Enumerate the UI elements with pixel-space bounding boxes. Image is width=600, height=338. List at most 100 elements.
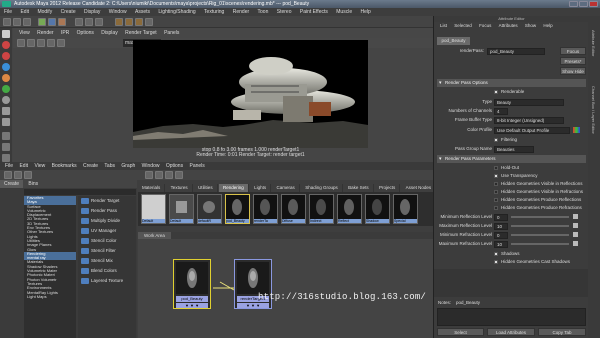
rv-menu-view[interactable]: View xyxy=(19,30,30,36)
rv-menu-render[interactable]: Render xyxy=(37,30,53,36)
lasso-tool-icon[interactable] xyxy=(2,41,10,49)
hs-menu-file[interactable]: File xyxy=(5,163,13,169)
hidden-produce-reflections-checkbox[interactable] xyxy=(494,198,498,202)
thumbnail-selected[interactable]: pod_Beauty xyxy=(225,194,250,224)
map-button-icon[interactable] xyxy=(573,223,578,228)
map-button-icon[interactable] xyxy=(573,232,578,237)
pass-group-field[interactable]: Beauties xyxy=(494,145,534,153)
tab-utilities[interactable]: Utilities xyxy=(194,184,218,192)
ae-menu-help[interactable]: Help xyxy=(543,23,552,28)
hidden-vis-reflections-checkbox[interactable] xyxy=(494,182,498,186)
color-profile-dropdown[interactable]: Use Default Output Profile xyxy=(494,126,570,134)
layout-single-icon[interactable] xyxy=(2,132,10,140)
scale-tool-icon[interactable] xyxy=(2,85,10,93)
menu-assets[interactable]: Assets xyxy=(135,9,150,15)
render-pass-options-section[interactable]: Render Pass Options xyxy=(437,79,586,87)
numeric-slider[interactable] xyxy=(511,216,569,218)
select-button[interactable]: Select xyxy=(437,328,484,336)
node-type-item[interactable]: Layered Texture xyxy=(78,276,136,286)
hs-menu-graph[interactable]: Graph xyxy=(121,163,135,169)
menu-window[interactable]: Window xyxy=(109,9,127,15)
select-hierarchy-icon[interactable] xyxy=(38,18,46,26)
numeric-field[interactable]: 10 xyxy=(494,222,508,230)
hs-menu-options[interactable]: Options xyxy=(166,163,183,169)
ae-menu-attributes[interactable]: Attributes xyxy=(499,23,518,28)
render-pass-parameters-section[interactable]: Render Pass Parameters xyxy=(437,155,586,163)
work-area[interactable]: Work Area pod_Beauty ▼ ▼ ▼ renderTarget1… xyxy=(138,232,433,338)
presets-button[interactable]: Presets* xyxy=(560,57,586,65)
graph-input-icon[interactable] xyxy=(145,171,153,179)
thumbnail[interactable]: Indirect xyxy=(309,194,334,224)
snap-point-icon[interactable] xyxy=(95,18,103,26)
focus-button[interactable]: Focus xyxy=(560,47,586,55)
hs-menu-panels[interactable]: Panels xyxy=(189,163,204,169)
minimize-button[interactable] xyxy=(569,1,578,7)
rv-menu-panels[interactable]: Panels xyxy=(164,30,179,36)
open-scene-icon[interactable] xyxy=(13,18,21,26)
hs-menu-create[interactable]: Create xyxy=(83,163,98,169)
menu-stereo[interactable]: Stereo xyxy=(277,9,292,15)
paint-select-icon[interactable] xyxy=(2,52,10,60)
numeric-slider[interactable] xyxy=(511,225,569,227)
snap-curve-icon[interactable] xyxy=(85,18,93,26)
close-button[interactable] xyxy=(589,1,598,7)
tab-asset-nodes[interactable]: Asset Nodes xyxy=(402,184,433,192)
select-component-icon[interactable] xyxy=(58,18,66,26)
menu-render[interactable]: Render xyxy=(233,9,249,15)
tab-projects[interactable]: Projects xyxy=(375,184,401,192)
show-manipulator-icon[interactable] xyxy=(2,118,10,126)
render-pass-field[interactable]: pod_Beauty xyxy=(487,47,545,55)
redo-render-icon[interactable] xyxy=(17,39,25,47)
numeric-slider[interactable] xyxy=(511,243,569,245)
numeric-field[interactable]: 0 xyxy=(494,213,508,221)
menu-help[interactable]: Help xyxy=(361,9,371,15)
color-profile-icon[interactable] xyxy=(573,127,580,133)
move-tool-icon[interactable] xyxy=(2,63,10,71)
thumbnail[interactable]: Diffuse xyxy=(281,194,306,224)
thumbnail[interactable]: Default xyxy=(141,194,166,224)
hs-menu-bookmarks[interactable]: Bookmarks xyxy=(52,163,77,169)
tab-bake-sets[interactable]: Bake Sets xyxy=(344,184,374,192)
menu-modify[interactable]: Modify xyxy=(37,9,52,15)
shadows-checkbox[interactable] xyxy=(494,252,498,256)
copy-tab-button[interactable]: Copy Tab xyxy=(538,328,586,336)
node-type-item[interactable]: Multiply Divide xyxy=(78,216,136,226)
hs-menu-window[interactable]: Window xyxy=(142,163,160,169)
universal-tool-icon[interactable] xyxy=(2,96,10,104)
render-region-icon[interactable] xyxy=(47,39,55,47)
rv-menu-display[interactable]: Display xyxy=(101,30,117,36)
numeric-field[interactable]: 0 xyxy=(494,231,508,239)
node-ports[interactable]: ▼ ▼ ▼ xyxy=(176,303,208,308)
node-type-item[interactable]: Render Target xyxy=(78,196,136,206)
node-type-item[interactable]: Stencil Color xyxy=(78,236,136,246)
new-scene-icon[interactable] xyxy=(3,18,11,26)
rotate-tool-icon[interactable] xyxy=(2,74,10,82)
menu-display[interactable]: Display xyxy=(84,9,100,15)
menu-muscle[interactable]: Muscle xyxy=(336,9,352,15)
tab-materials[interactable]: Materials xyxy=(138,184,166,192)
show-bottom-tabs-icon[interactable] xyxy=(24,171,32,179)
snap-grid-icon[interactable] xyxy=(75,18,83,26)
ae-menu-focus[interactable]: Focus xyxy=(479,23,491,28)
ae-scroll-area[interactable] xyxy=(434,269,589,297)
hs-menu-view[interactable]: View xyxy=(34,163,45,169)
node-type-item[interactable]: Render Pass xyxy=(78,206,136,216)
select-object-icon[interactable] xyxy=(48,18,56,26)
filtering-checkbox[interactable] xyxy=(494,138,498,142)
notes-textarea[interactable] xyxy=(437,308,586,326)
framebuffer-dropdown[interactable]: 8-bit Integer (Unsigned) xyxy=(494,116,564,124)
use-transparency-checkbox[interactable] xyxy=(494,174,498,178)
render-view-icon[interactable] xyxy=(115,18,123,26)
clear-graph-icon[interactable] xyxy=(175,171,183,179)
thumbnail[interactable]: Shadow xyxy=(365,194,390,224)
graph-io-icon[interactable] xyxy=(155,171,163,179)
renderable-checkbox[interactable] xyxy=(494,90,498,94)
show-hide-button[interactable]: Show Hide xyxy=(560,67,586,75)
graph-output-icon[interactable] xyxy=(165,171,173,179)
hidden-cast-shadows-checkbox[interactable] xyxy=(494,260,498,264)
show-top-tabs-icon[interactable] xyxy=(14,171,22,179)
thumbnail[interactable]: renderTa xyxy=(253,194,278,224)
hs-menu-tabs[interactable]: Tabs xyxy=(104,163,115,169)
create-filter-field[interactable] xyxy=(24,189,136,195)
node-tab[interactable]: pod_Beauty xyxy=(437,37,470,45)
